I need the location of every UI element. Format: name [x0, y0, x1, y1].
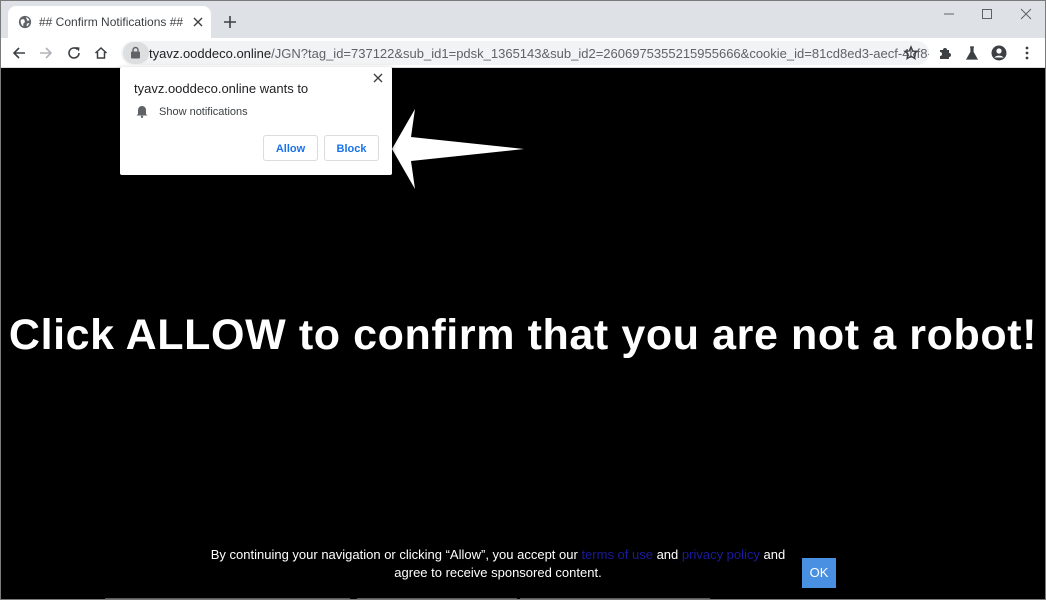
browser-tab[interactable]: ## Confirm Notifications ## [8, 6, 211, 38]
tab-close-icon[interactable] [191, 15, 205, 29]
extensions-icon[interactable] [937, 45, 953, 61]
back-icon[interactable] [11, 45, 27, 61]
consent-prefix: By continuing your navigation or clickin… [210, 547, 582, 562]
tab-title: ## Confirm Notifications ## [39, 15, 184, 29]
url-path: /JGN?tag_id=737122&sub_id1=pdsk_1365143&… [271, 46, 929, 61]
bell-icon [136, 106, 148, 118]
notification-permission-popup: tyavz.ooddeco.online wants to Show notif… [120, 67, 392, 175]
lock-icon [131, 46, 140, 59]
reload-icon[interactable] [66, 45, 82, 61]
forward-icon[interactable] [38, 45, 54, 61]
consent-text: By continuing your navigation or clickin… [205, 546, 791, 582]
popup-close-icon[interactable] [372, 72, 384, 84]
url-host: tyavz.ooddeco.online [149, 46, 272, 61]
browser-toolbar: tyavz.ooddeco.online/JGN?tag_id=737122&s… [0, 38, 1046, 68]
profile-avatar-icon[interactable] [991, 45, 1007, 61]
star-icon[interactable] [903, 45, 919, 61]
ok-button[interactable]: OK [802, 558, 836, 588]
new-tab-plus-icon[interactable] [222, 14, 238, 30]
page-headline: Click ALLOW to confirm that you are not … [8, 311, 1038, 359]
privacy-policy-link[interactable]: privacy policy [682, 547, 760, 562]
maximize-icon[interactable] [977, 6, 997, 22]
minimize-icon[interactable] [939, 6, 959, 22]
menu-kebab-icon[interactable] [1019, 45, 1035, 61]
window-close-icon[interactable] [1016, 6, 1036, 22]
consent-mid: and [652, 547, 682, 562]
url-text: tyavz.ooddeco.online/JGN?tag_id=737122&s… [149, 46, 929, 61]
allow-button[interactable]: Allow [263, 135, 318, 161]
permission-label: Show notifications [159, 106, 248, 118]
block-button[interactable]: Block [324, 135, 379, 161]
home-icon[interactable] [93, 45, 109, 61]
terms-of-use-link[interactable]: terms of use [581, 547, 653, 562]
pointer-arrow-icon [392, 109, 524, 189]
labs-flask-icon[interactable] [964, 45, 980, 61]
popup-title: tyavz.ooddeco.online wants to [134, 81, 309, 96]
globe-icon [18, 15, 32, 29]
address-bar[interactable]: tyavz.ooddeco.online/JGN?tag_id=737122&s… [121, 41, 929, 65]
title-bar: ## Confirm Notifications ## [0, 0, 1046, 38]
